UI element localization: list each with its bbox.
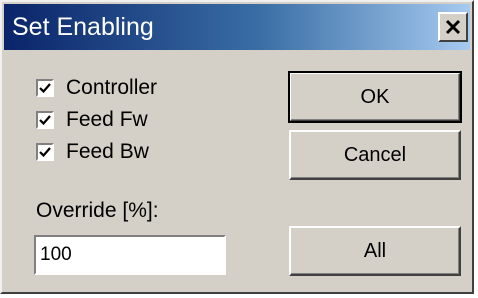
feed-bw-label: Feed Bw: [66, 140, 149, 163]
close-x-icon: [445, 19, 461, 35]
check-mark-icon: [39, 83, 51, 94]
controller-checkbox[interactable]: [36, 79, 54, 97]
check-mark-icon: [39, 115, 51, 126]
title-bar[interactable]: Set Enabling: [4, 4, 470, 50]
ok-button[interactable]: OK: [288, 71, 462, 123]
feed-fw-checkbox[interactable]: [36, 111, 54, 129]
override-label: Override [%]:: [36, 199, 159, 222]
feed-bw-checkbox[interactable]: [36, 143, 54, 161]
check-mark-icon: [39, 147, 51, 158]
controller-checkbox-row[interactable]: Controller: [36, 74, 157, 102]
feed-fw-label: Feed Fw: [66, 108, 148, 131]
cancel-button[interactable]: Cancel: [289, 130, 461, 180]
close-button[interactable]: [438, 12, 468, 42]
controller-label: Controller: [66, 76, 158, 99]
set-enabling-dialog: Set Enabling Controller Feed Fw Feed Bw …: [0, 0, 474, 294]
override-input[interactable]: [34, 235, 226, 275]
all-button[interactable]: All: [289, 226, 461, 276]
feed-bw-checkbox-row[interactable]: Feed Bw: [36, 138, 149, 166]
window-title: Set Enabling: [12, 13, 154, 41]
feed-fw-checkbox-row[interactable]: Feed Fw: [36, 106, 148, 134]
